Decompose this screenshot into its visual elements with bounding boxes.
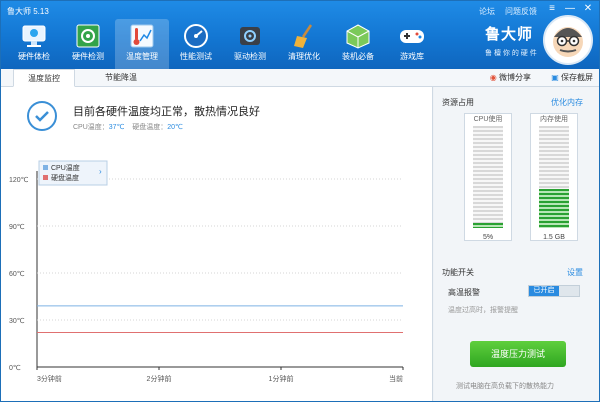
y-tick-label: 90℃ [9, 224, 25, 231]
temperature-panel: 目前各硬件温度均正常，散热情况良好 CPU温度：37℃ 硬盘温度：20℃ 0℃ 3… [1, 87, 433, 401]
nav-item-hardware-check[interactable]: 硬件体检 [7, 19, 61, 69]
tab-energy-saving[interactable]: 节能降温 [91, 69, 151, 87]
circuit-board-icon [76, 24, 100, 48]
brand-slogan: 鲁 檀 你 的 硬 件 [485, 50, 537, 57]
disk-temp-label: 硬盘温度： [132, 124, 168, 131]
legend-swatch [43, 165, 48, 170]
temperature-chart: 0℃ 30℃ 60℃ 90℃ 120℃ 3分钟前 2分钟前 1分钟前 当前 CPU温度硬盘温度 › [9, 160, 404, 383]
optimize-memory-link[interactable]: 优化内存 [551, 97, 583, 108]
nav-item-hardware-detect[interactable]: 硬件检测 [61, 19, 115, 69]
status-title: 目前各硬件温度均正常，散热情况良好 [73, 106, 260, 118]
cpu-usage-bar [473, 126, 503, 228]
forum-link[interactable]: 论坛 [479, 6, 495, 17]
cpu-usage-label: CPU使用 [473, 116, 503, 123]
cpu-usage-gauge: CPU使用 5% [464, 113, 512, 241]
x-tick-label: 1分钟前 [269, 374, 294, 383]
cpu-usage-fill [473, 222, 503, 228]
x-tick-label: 2分钟前 [147, 374, 172, 383]
settings-link[interactable]: 设置 [567, 267, 583, 278]
memory-usage-fill [539, 189, 569, 228]
top-header: 鲁大师 5.13 论坛 问题反馈 ≡ — ✕ 硬件体检 硬件检测 温度管理 性能… [1, 1, 599, 69]
side-panel: 资源占用 优化内存 CPU使用 5% 内存使用 1.5 GB 功能开关 设置 高… [434, 87, 599, 401]
features-title: 功能开关 [442, 268, 474, 277]
stress-test-button[interactable]: 温度压力测试 [470, 341, 566, 367]
save-screenshot-label: 保存截屏 [561, 73, 593, 82]
nav-item-temperature[interactable]: 温度管理 [115, 19, 169, 69]
window-controls: ≡ — ✕ [545, 3, 595, 15]
app-title: 鲁大师 5.13 [7, 7, 49, 16]
camera-icon: ▣ [551, 73, 559, 82]
driver-gear-icon [240, 27, 260, 45]
minimize-icon[interactable]: — [563, 3, 577, 15]
feedback-link[interactable]: 问题反馈 [505, 6, 537, 17]
resources-title: 资源占用 [442, 98, 474, 107]
nav-item-driver[interactable]: 驱动检测 [223, 19, 277, 69]
nav-label: 游戏库 [400, 52, 424, 61]
x-tick-label: 3分钟前 [37, 374, 62, 383]
weibo-share-label: 微博分享 [499, 73, 531, 82]
sub-tabbar: 温度监控 节能降温 ◉ 微博分享 ▣ 保存截屏 [1, 69, 599, 87]
thermometer-icon [130, 24, 154, 48]
broom-icon [294, 24, 313, 48]
legend-label: 硬盘温度 [51, 173, 79, 182]
y-tick-label: 30℃ [9, 318, 25, 325]
main-nav: 硬件体检 硬件检测 温度管理 性能测试 驱动检测 清理优化 装机必备 游戏库 [7, 19, 439, 69]
brand-name: 鲁大师 [485, 26, 534, 43]
high-temp-alarm-label: 高温报警 [448, 288, 480, 297]
cpu-usage-value: 5% [482, 234, 494, 241]
nav-label: 装机必备 [342, 52, 374, 61]
save-screenshot-button[interactable]: ▣ 保存截屏 [551, 72, 593, 83]
nav-item-cleanup[interactable]: 清理优化 [277, 19, 331, 69]
menu-icon[interactable]: ≡ [545, 3, 559, 15]
cpu-temp-value: 37℃ [108, 124, 125, 131]
nav-label: 温度管理 [126, 52, 158, 61]
gamepad-icon [400, 30, 424, 43]
speedometer-icon [184, 24, 208, 48]
brand: 鲁大师 鲁 檀 你 的 硬 件 [485, 23, 537, 58]
tab-temperature-monitor[interactable]: 温度监控 [13, 69, 75, 87]
monitor-check-icon [22, 25, 46, 47]
memory-usage-value: 1.5 GB [543, 234, 565, 241]
app-window: 鲁大师 5.13 论坛 问题反馈 ≡ — ✕ 硬件体检 硬件检测 温度管理 性能… [0, 0, 600, 402]
x-tick-label: 当前 [389, 374, 403, 383]
disk-temp-value: 20℃ [167, 124, 183, 131]
nav-label: 清理优化 [288, 52, 320, 61]
status-subline: CPU温度：37℃ 硬盘温度：20℃ [73, 122, 183, 132]
close-icon[interactable]: ✕ [581, 3, 595, 15]
legend-expand-icon[interactable]: › [99, 167, 102, 176]
stress-test-hint: 测试电脑在高负载下的散热能力 [456, 383, 554, 390]
weibo-icon: ◉ [489, 73, 497, 82]
nav-label: 硬件检测 [72, 52, 104, 61]
status-ok-icon [27, 101, 57, 131]
y-tick-label: 60℃ [9, 271, 25, 278]
high-temp-alarm-toggle[interactable]: 已开启 [528, 285, 580, 297]
memory-usage-label: 内存使用 [540, 116, 568, 123]
alarm-hint: 温度过高时，报警提醒 [448, 307, 518, 314]
mascot-avatar [543, 15, 593, 65]
alarm-state: 已开启 [529, 286, 559, 296]
nav-label: 性能测试 [180, 52, 212, 61]
nav-label: 驱动检测 [234, 52, 266, 61]
mascot-face-icon [553, 27, 583, 57]
y-tick-label: 120℃ [9, 177, 29, 184]
legend-swatch [43, 175, 48, 180]
legend-label: CPU温度 [51, 163, 80, 172]
nav-item-essentials[interactable]: 装机必备 [331, 19, 385, 69]
weibo-share-button[interactable]: ◉ 微博分享 [490, 72, 531, 83]
y-tick-label: 0℃ [9, 365, 21, 372]
memory-usage-gauge: 内存使用 1.5 GB [530, 113, 578, 241]
nav-item-performance[interactable]: 性能测试 [169, 19, 223, 69]
nav-item-games[interactable]: 游戏库 [385, 19, 439, 69]
cpu-temp-label: CPU温度： [73, 124, 109, 131]
system-links: 论坛 问题反馈 [479, 6, 537, 17]
package-cube-icon [346, 24, 370, 49]
memory-usage-bar [539, 126, 569, 228]
nav-label: 硬件体检 [18, 52, 50, 61]
